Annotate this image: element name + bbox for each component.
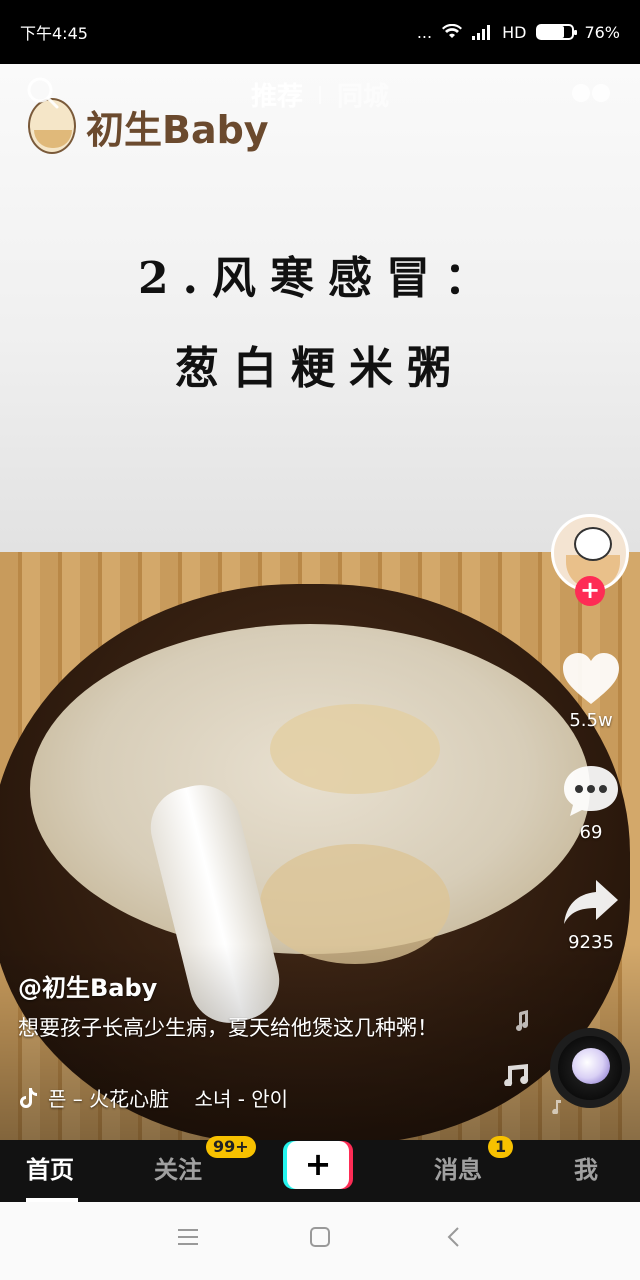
share-count: 9235 <box>568 932 614 953</box>
status-time: 下午4:45 <box>20 24 88 43</box>
music-info[interactable]: 픈 – 火花心脏 소녀 - 안이 <box>18 1083 288 1112</box>
tab-local[interactable]: 同城 <box>337 76 389 113</box>
tab-recommend[interactable]: 推荐 <box>251 76 303 113</box>
tiktok-note-icon <box>20 1087 37 1108</box>
tab-divider <box>319 85 321 104</box>
nav-follow[interactable]: 关注 <box>154 1150 202 1185</box>
home-square-icon[interactable] <box>308 1226 332 1252</box>
comment-icon <box>564 766 618 816</box>
music-title: 픈 – 火花心脏 소녀 - 안이 <box>48 1087 289 1111</box>
status-right: ... HD 76% <box>417 23 620 42</box>
menu-icon[interactable] <box>176 1226 200 1252</box>
follow-badge: 99+ <box>206 1136 256 1158</box>
create-button[interactable]: + <box>283 1141 353 1189</box>
battery-icon <box>536 24 578 40</box>
comment-button[interactable]: 69 <box>556 764 626 843</box>
signal-icon <box>472 24 492 40</box>
post-caption: 想要孩子长高少生病，夏天给他煲这几种粥！ <box>18 1016 438 1040</box>
nav-home[interactable]: 首页 <box>26 1150 74 1185</box>
share-button[interactable]: 9235 <box>556 878 626 953</box>
video-overlay-subtitle: 葱白粳米粥 <box>175 343 465 394</box>
comment-count: 69 <box>579 822 603 843</box>
author-name[interactable]: @初生Baby <box>18 968 157 1003</box>
back-chevron-icon[interactable] <box>444 1226 464 1252</box>
disc-cover-art <box>572 1048 610 1084</box>
music-disc[interactable] <box>550 1028 630 1108</box>
music-note-icon <box>500 1064 530 1090</box>
more-dots: ... <box>416 22 433 42</box>
follow-button[interactable]: + <box>575 576 605 606</box>
battery-fill <box>538 26 565 38</box>
video-overlay-title: 2.风寒感冒： <box>138 253 502 304</box>
status-bar: 下午4:45 ... HD 76% <box>0 0 640 64</box>
author-avatar[interactable]: + <box>551 514 629 606</box>
music-note-icon <box>552 1100 562 1118</box>
music-note-icon <box>512 1010 530 1036</box>
system-nav-bar <box>0 1202 640 1280</box>
avatar-face <box>574 527 612 561</box>
like-count: 5.5w <box>569 710 613 731</box>
wifi-icon <box>442 24 463 40</box>
top-tabs: 推荐 同城 <box>0 76 640 113</box>
nav-messages[interactable]: 消息 <box>434 1150 482 1185</box>
battery-percent: 76% <box>584 22 620 42</box>
live-icon[interactable] <box>572 84 610 102</box>
heart-icon <box>563 653 619 704</box>
plus-icon: + <box>287 1141 349 1189</box>
messages-badge: 1 <box>488 1136 514 1158</box>
share-icon <box>564 880 618 924</box>
nav-me[interactable]: 我 <box>574 1150 598 1185</box>
network-type: HD <box>502 22 527 42</box>
like-button[interactable]: 5.5w <box>556 652 626 731</box>
ginger-slice <box>270 704 440 794</box>
